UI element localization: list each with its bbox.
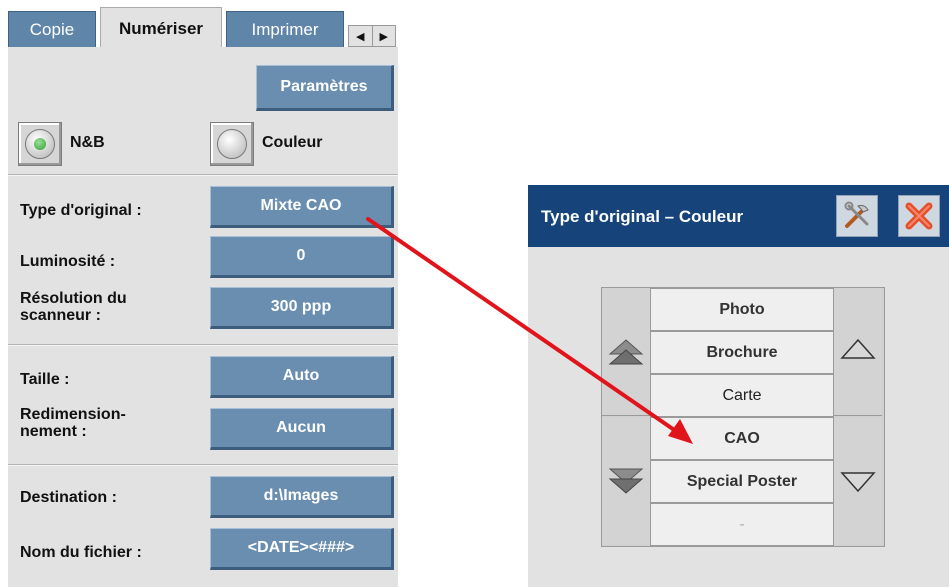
brightness-label: Luminosité : <box>20 253 116 270</box>
tab-copy[interactable]: Copie <box>8 11 96 47</box>
resize-button[interactable]: Aucun <box>210 408 394 450</box>
size-label: Taille : <box>20 371 70 388</box>
page-down-button[interactable] <box>602 417 650 545</box>
list-item-special-poster[interactable]: Special Poster <box>650 460 834 503</box>
tab-scroll-control: ◀ ▶ <box>348 25 396 47</box>
double-up-arrow-icon <box>608 338 644 364</box>
destination-button[interactable]: d:\Images <box>210 476 394 518</box>
resolution-label: Résolution du scanneur : <box>20 290 127 324</box>
tab-scan[interactable]: Numériser <box>100 7 222 47</box>
radio-circle <box>217 129 247 159</box>
dialog-title: Type d'original – Couleur <box>541 207 744 226</box>
color-label: Couleur <box>262 134 323 151</box>
bw-label: N&B <box>70 134 105 151</box>
settings-button[interactable]: Paramètres <box>256 65 394 111</box>
item-picker: Photo Brochure Carte CAO Special Poster … <box>601 287 885 547</box>
left-arrow-column <box>602 288 650 546</box>
tab-bar: Copie Numériser Imprimer ◀ ▶ <box>8 7 398 47</box>
brightness-button[interactable]: 0 <box>210 236 394 278</box>
radio-circle <box>25 129 55 159</box>
scroll-left-icon[interactable]: ◀ <box>349 26 372 46</box>
list-item-photo[interactable]: Photo <box>650 288 834 331</box>
resize-label: Redimension- nement : <box>20 406 126 440</box>
up-arrow-icon <box>840 338 876 359</box>
close-button[interactable] <box>898 195 940 237</box>
size-button[interactable]: Auto <box>210 356 394 398</box>
page-up-button[interactable] <box>602 288 650 416</box>
scroll-down-button[interactable] <box>834 417 882 545</box>
divider <box>8 174 398 176</box>
down-arrow-icon <box>840 472 876 493</box>
list-item-carte[interactable]: Carte <box>650 374 834 417</box>
original-type-dialog: Type d'original – Couleur Photo Brochure… <box>528 185 949 587</box>
filename-button[interactable]: <DATE><###> <box>210 528 394 570</box>
scroll-right-icon[interactable]: ▶ <box>371 26 396 46</box>
divider <box>8 344 398 346</box>
tools-icon <box>844 201 869 228</box>
resolution-label-line2: scanneur : <box>20 307 101 324</box>
bw-radio[interactable] <box>18 122 62 166</box>
right-arrow-column <box>834 288 882 546</box>
dialog-header: Type d'original – Couleur <box>528 185 949 247</box>
double-down-arrow-icon <box>608 468 644 494</box>
original-type-button[interactable]: Mixte CAO <box>210 186 394 228</box>
divider <box>8 464 398 466</box>
list-item-brochure[interactable]: Brochure <box>650 331 834 374</box>
close-icon <box>905 202 933 230</box>
list-item-empty: - <box>650 503 834 546</box>
resolution-label-line1: Résolution du <box>20 290 127 307</box>
filename-label: Nom du fichier : <box>20 544 142 561</box>
scan-panel: Copie Numériser Imprimer ◀ ▶ Paramètres … <box>8 7 398 587</box>
original-type-label: Type d'original : <box>20 202 142 219</box>
resolution-button[interactable]: 300 ppp <box>210 287 394 329</box>
tools-button[interactable] <box>836 195 878 237</box>
destination-label: Destination : <box>20 489 117 506</box>
resize-label-line1: Redimension- <box>20 406 126 423</box>
color-radio[interactable] <box>210 122 254 166</box>
tab-print[interactable]: Imprimer <box>226 11 344 47</box>
list-item-cao[interactable]: CAO <box>650 417 834 460</box>
resize-label-line2: nement : <box>20 423 87 440</box>
scroll-up-button[interactable] <box>834 288 882 416</box>
radio-selected-dot <box>34 138 46 150</box>
item-list: Photo Brochure Carte CAO Special Poster … <box>650 288 834 546</box>
